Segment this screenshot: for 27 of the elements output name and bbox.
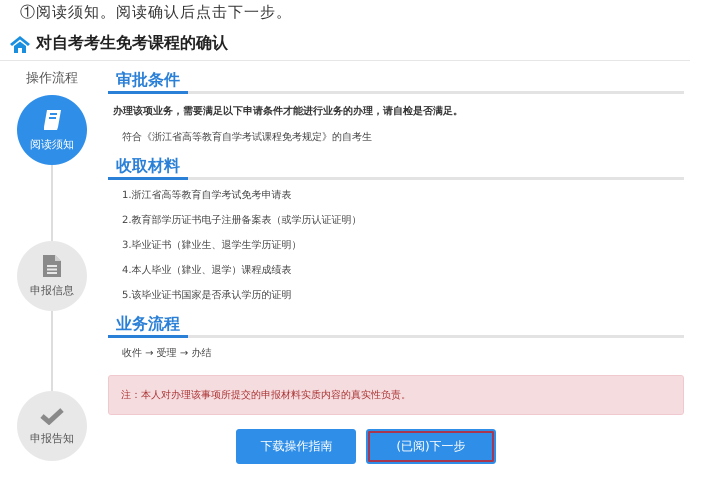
- list-item-text: 4.本人毕业（肄业、退学）课程成绩表: [122, 264, 293, 278]
- list-item-text: 1.浙江省高等教育自学考试免考申请表: [122, 188, 293, 203]
- step-item[interactable]: 阅读须知: [17, 95, 87, 165]
- requirement-text: 办理该项业务，需要满足以下申请条件才能进行业务的办理，请自检是否满足。: [113, 104, 464, 118]
- section-heading: 审批条件: [108, 69, 188, 94]
- page-title: 对自考考生免考课程的确认: [36, 33, 228, 54]
- notice-box: 注：本人对办理该事项所提交的申报材料实质内容的真实性负责。: [108, 375, 684, 415]
- section-heading: 收取材料: [108, 155, 188, 180]
- list-item-text: 符合《浙江省高等教育自学考试课程免考规定》的自考生: [122, 130, 373, 145]
- list-item-text: 收件 → 受理 → 办结: [122, 346, 212, 361]
- section-heading: 业务流程: [108, 313, 188, 338]
- list-item-text: 3.毕业证书（肄业生、退学生学历证明）: [122, 238, 303, 253]
- check-icon: [40, 406, 64, 424]
- caption-text: ①阅读须知。阅读确认后点击下一步。: [19, 2, 293, 23]
- book-icon: [42, 108, 62, 130]
- step-label: 申报信息: [30, 282, 74, 298]
- sidebar-title: 操作流程: [26, 70, 78, 87]
- list-item-text: 2.教育部学历证书电子注册备案表（或学历认证证明）: [122, 214, 363, 228]
- step-label: 阅读须知: [30, 136, 74, 152]
- document-icon: [43, 254, 61, 276]
- step-item[interactable]: 申报告知: [17, 391, 87, 461]
- home-icon: [10, 34, 30, 52]
- step-label: 申报告知: [30, 430, 74, 446]
- action-button[interactable]: (已阅)下一步: [366, 429, 496, 464]
- list-item-text: 5.该毕业证书国家是否承认学历的证明: [122, 288, 293, 303]
- action-button[interactable]: 下载操作指南: [236, 429, 356, 464]
- step-item[interactable]: 申报信息: [17, 241, 87, 311]
